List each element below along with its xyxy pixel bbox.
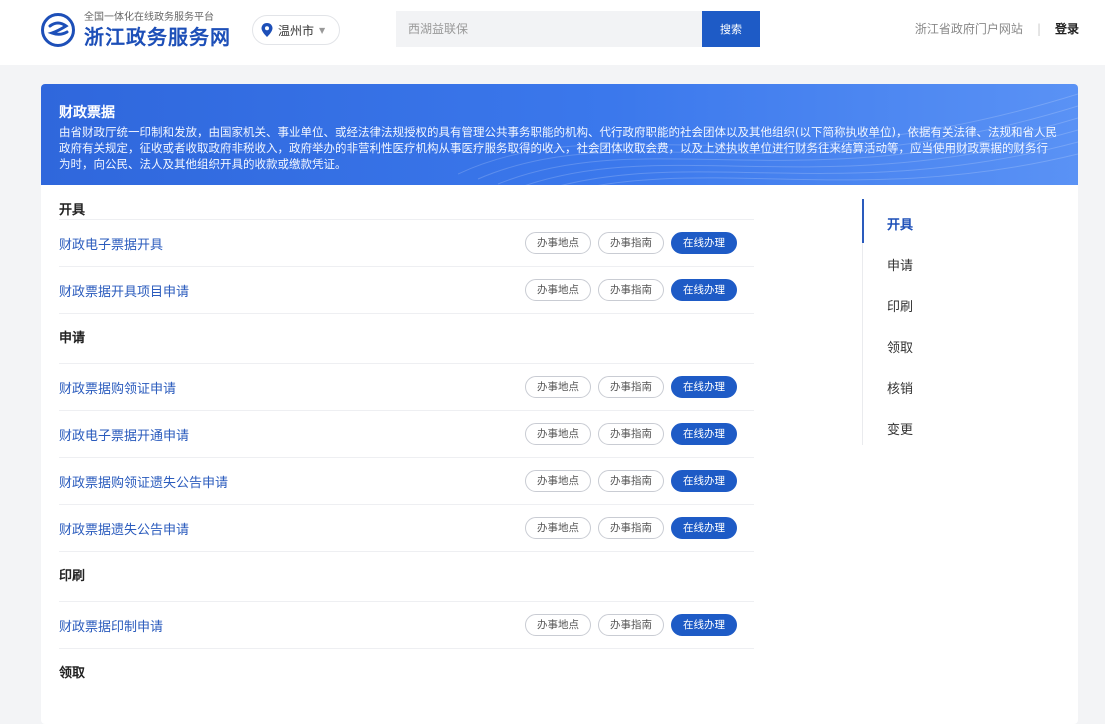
side-nav-item[interactable]: 变更 (887, 419, 913, 438)
search-button[interactable]: 搜索 (702, 11, 760, 47)
location-button[interactable]: 办事地点 (525, 376, 591, 398)
main-card: 财政票据 由省财政厅统一印制和发放，由国家机关、事业单位、或经法律法规授权的具有… (41, 84, 1078, 724)
location-pin-icon (261, 23, 273, 37)
top-links: 浙江省政府门户网站 | 登录 (915, 20, 1079, 37)
guide-button[interactable]: 办事指南 (598, 470, 664, 492)
online-apply-button[interactable]: 在线办理 (671, 376, 737, 398)
section-title: 领取 (59, 666, 86, 681)
side-nav-item[interactable]: 开具 (887, 214, 913, 233)
location-button[interactable]: 办事地点 (525, 614, 591, 636)
online-apply-button[interactable]: 在线办理 (671, 517, 737, 539)
service-item-link[interactable]: 财政票据开具项目申请 (59, 281, 189, 300)
service-item: 财政电子票据开具 办事地点 办事指南 在线办理 (59, 219, 754, 265)
guide-button[interactable]: 办事指南 (598, 614, 664, 636)
location-button[interactable]: 办事地点 (525, 423, 591, 445)
active-indicator (862, 199, 864, 243)
service-item-link[interactable]: 财政电子票据开通申请 (59, 425, 189, 444)
top-header: 全国一体化在线政务服务平台 浙江政务服务网 温州市 ▼ 搜索 浙江省政府门户网站… (0, 0, 1105, 65)
section-divider (59, 648, 754, 649)
guide-button[interactable]: 办事指南 (598, 232, 664, 254)
guide-button[interactable]: 办事指南 (598, 517, 664, 539)
search-bar: 搜索 (396, 11, 760, 47)
service-item-link[interactable]: 财政票据购领证申请 (59, 378, 176, 397)
service-item-link[interactable]: 财政票据印制申请 (59, 616, 163, 635)
service-item: 财政票据遗失公告申请 办事地点 办事指南 在线办理 (59, 504, 754, 550)
guide-button[interactable]: 办事指南 (598, 279, 664, 301)
banner-title: 财政票据 (59, 105, 115, 121)
side-nav-item[interactable]: 领取 (887, 337, 913, 356)
service-item: 财政票据开具项目申请 办事地点 办事指南 在线办理 (59, 266, 754, 312)
guide-button[interactable]: 办事指南 (598, 423, 664, 445)
service-item-link[interactable]: 财政票据购领证遗失公告申请 (59, 472, 228, 491)
location-button[interactable]: 办事地点 (525, 279, 591, 301)
category-side-nav: 开具申请印刷领取核销变更 (862, 199, 1043, 445)
location-button[interactable]: 办事地点 (525, 517, 591, 539)
online-apply-button[interactable]: 在线办理 (671, 232, 737, 254)
guide-button[interactable]: 办事指南 (598, 376, 664, 398)
online-apply-button[interactable]: 在线办理 (671, 470, 737, 492)
site-logo[interactable]: 全国一体化在线政务服务平台 浙江政务服务网 (40, 10, 260, 50)
logo-title: 浙江政务服务网 (84, 25, 231, 49)
city-name: 温州市 (278, 23, 315, 38)
service-item: 财政票据印制申请 办事地点 办事指南 在线办理 (59, 601, 754, 647)
logo-subtitle: 全国一体化在线政务服务平台 (84, 12, 214, 23)
online-apply-button[interactable]: 在线办理 (671, 279, 737, 301)
service-item: 财政票据购领证申请 办事地点 办事指南 在线办理 (59, 363, 754, 409)
search-input[interactable] (396, 11, 702, 47)
service-item: 财政票据购领证遗失公告申请 办事地点 办事指南 在线办理 (59, 457, 754, 503)
side-nav-item[interactable]: 申请 (887, 255, 913, 274)
service-item-link[interactable]: 财政票据遗失公告申请 (59, 519, 189, 538)
section-divider (59, 551, 754, 552)
location-button[interactable]: 办事地点 (525, 470, 591, 492)
section-title: 开具 (59, 203, 86, 218)
banner-description: 由省财政厅统一印制和发放，由国家机关、事业单位、或经法律法规授权的具有管理公共事… (59, 125, 1057, 171)
category-banner: 财政票据 由省财政厅统一印制和发放，由国家机关、事业单位、或经法律法规授权的具有… (41, 84, 1078, 185)
divider: | (1036, 21, 1041, 36)
section-title: 印刷 (59, 569, 86, 584)
service-item-link[interactable]: 财政电子票据开具 (59, 234, 163, 253)
online-apply-button[interactable]: 在线办理 (671, 423, 737, 445)
side-nav-item[interactable]: 印刷 (887, 296, 913, 315)
location-button[interactable]: 办事地点 (525, 232, 591, 254)
online-apply-button[interactable]: 在线办理 (671, 614, 737, 636)
portal-link[interactable]: 浙江省政府门户网站 (915, 20, 1023, 37)
service-item: 财政电子票据开通申请 办事地点 办事指南 在线办理 (59, 410, 754, 456)
login-link[interactable]: 登录 (1055, 20, 1079, 37)
city-selector[interactable]: 温州市 ▼ (252, 15, 340, 45)
side-nav-item[interactable]: 核销 (887, 378, 913, 397)
caret-down-icon: ▼ (319, 25, 326, 35)
logo-icon (41, 13, 75, 47)
section-divider (59, 313, 754, 314)
section-title: 申请 (59, 331, 86, 346)
